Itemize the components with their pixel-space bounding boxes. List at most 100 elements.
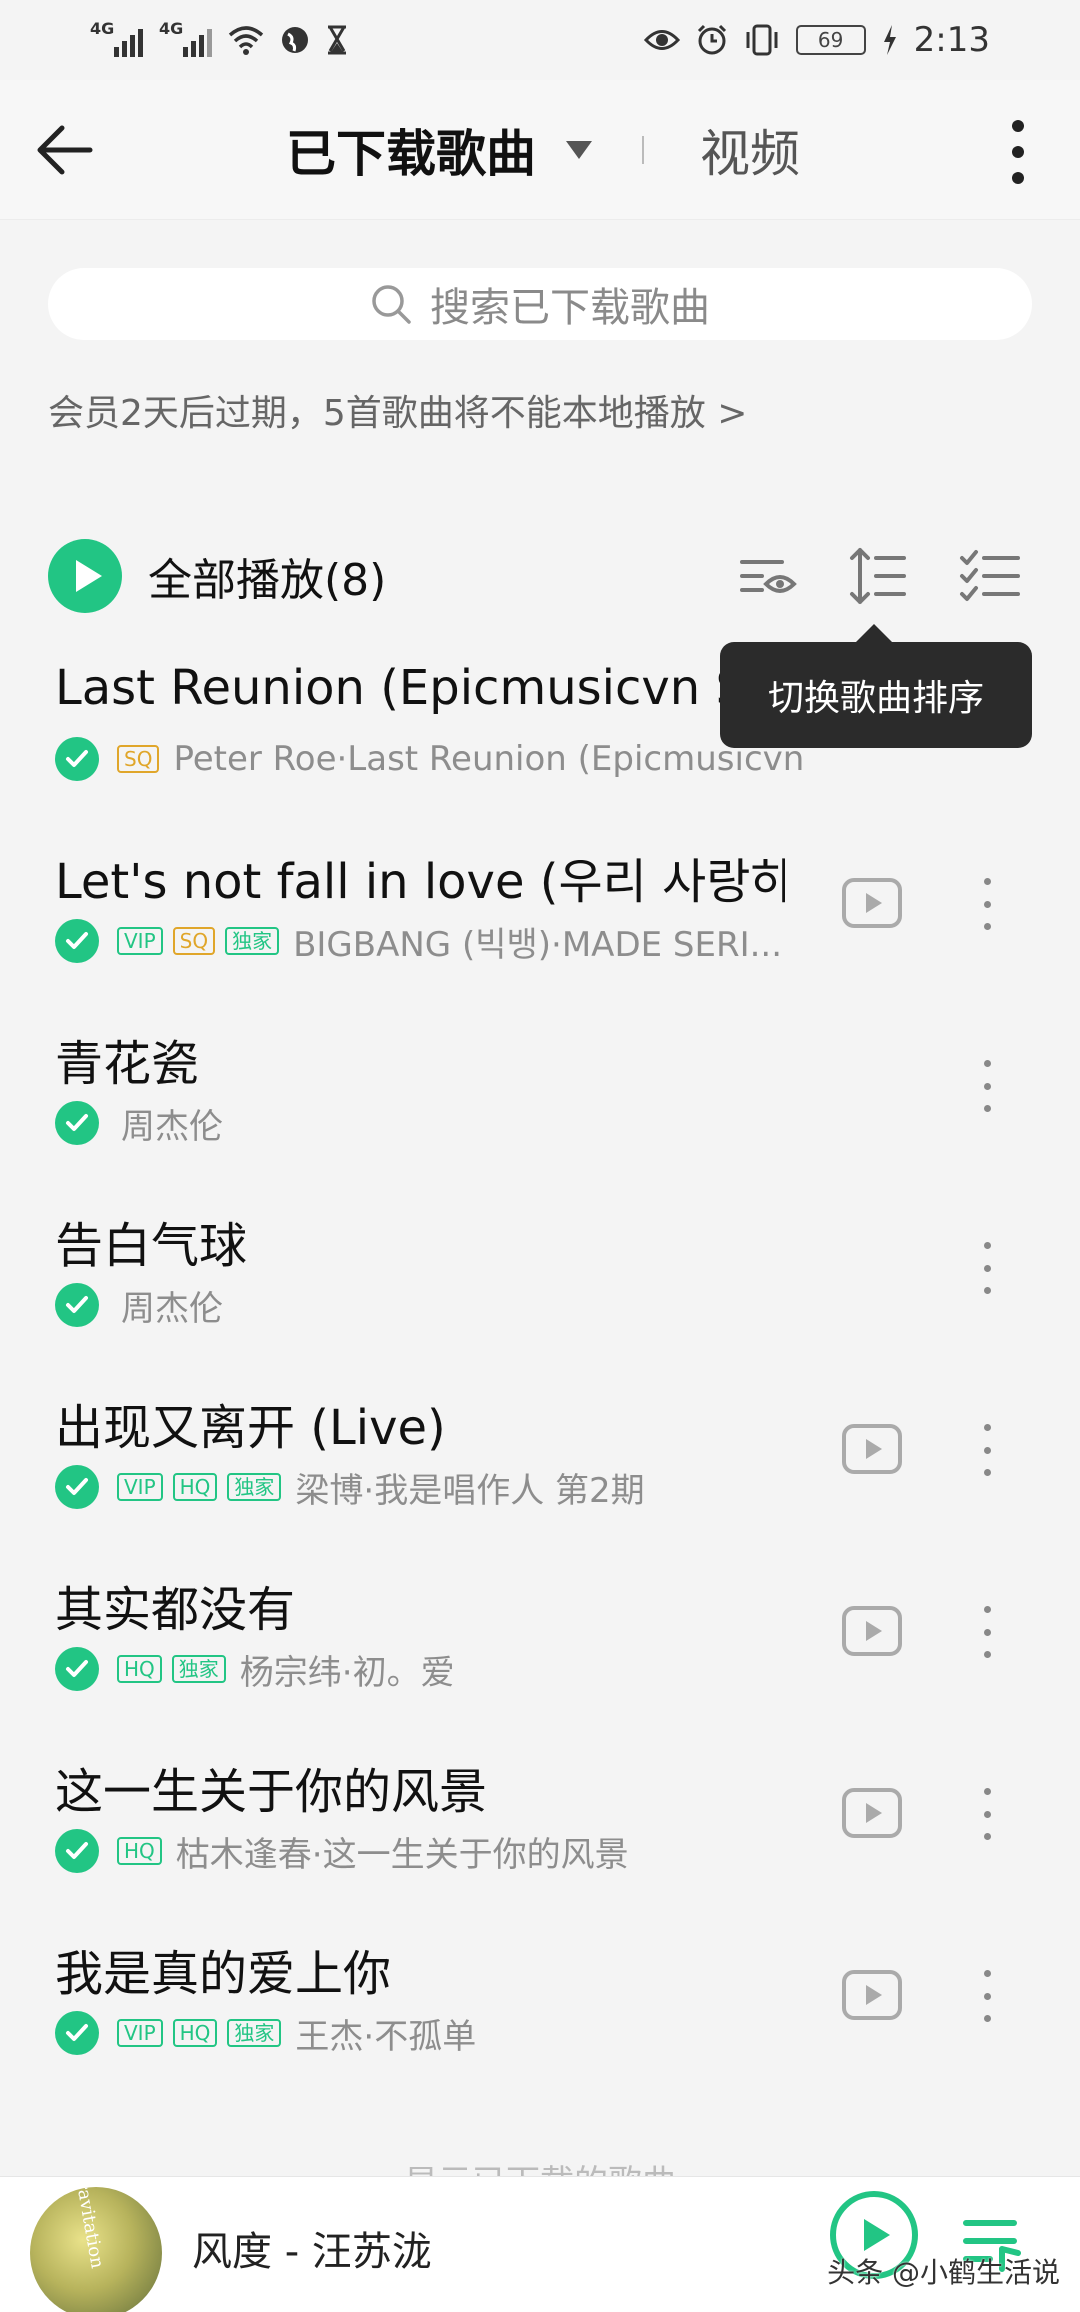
- song-title: 我是真的爱上你: [55, 1946, 392, 2002]
- song-artist: 枯木逢春·这一生关于你的风景: [175, 1834, 629, 1875]
- hourglass-icon: [328, 25, 346, 55]
- song-artist: 周杰伦: [121, 1288, 223, 1329]
- quality-badge: SQ: [117, 745, 160, 773]
- membership-expiry-notice[interactable]: 会员2天后过期，5首歌曲将不能本地播放 >: [48, 384, 747, 436]
- downloaded-check-icon: [55, 1647, 99, 1691]
- quality-badge: 独家: [225, 927, 280, 955]
- page-title[interactable]: 已下载歌曲: [286, 114, 536, 186]
- song-more-icon[interactable]: [980, 1606, 994, 1658]
- downloaded-check-icon: [55, 1283, 99, 1327]
- back-arrow-icon[interactable]: [32, 118, 96, 182]
- song-title: 这一生关于你的风景: [55, 1764, 488, 1820]
- song-more-icon[interactable]: [980, 1788, 994, 1840]
- quality-badge: VIP: [117, 1473, 163, 1501]
- song-row[interactable]: 告白气球周杰伦: [0, 1206, 1080, 1388]
- clock: 2:13: [913, 20, 990, 60]
- globe-icon: [282, 27, 308, 53]
- song-meta: HQ 独家 杨宗纬·初。爱: [55, 1646, 455, 1693]
- filter-view-icon[interactable]: [736, 544, 800, 608]
- play-all-button[interactable]: 全部播放(8): [48, 538, 386, 614]
- song-title: 告白气球: [55, 1218, 248, 1274]
- quality-badge: SQ: [172, 927, 216, 955]
- dropdown-caret-icon[interactable]: [566, 141, 592, 159]
- search-input[interactable]: 搜索已下载歌曲: [48, 268, 1032, 340]
- song-artist: Peter Roe·Last Reunion (Epicmusicvn Seri…: [173, 739, 813, 779]
- song-meta: 周杰伦: [55, 1282, 223, 1329]
- song-meta: VIP SQ 独家 BIGBANG (빅뱅)·MADE SERI...: [55, 918, 783, 965]
- song-more-icon[interactable]: [980, 1970, 994, 2022]
- song-artist: 周杰伦: [121, 1106, 223, 1147]
- song-title: 出现又离开 (Live): [55, 1400, 446, 1456]
- mv-play-icon[interactable]: [842, 878, 902, 928]
- song-meta: HQ 枯木逢春·这一生关于你的风景: [55, 1828, 629, 1875]
- divider: [642, 136, 644, 164]
- song-meta: SQ Peter Roe·Last Reunion (Epicmusicvn Se…: [55, 736, 813, 782]
- quality-badge: VIP: [117, 2019, 163, 2047]
- status-left: 4G 4G: [90, 19, 348, 57]
- song-meta: 周杰伦: [55, 1100, 223, 1147]
- mv-play-icon[interactable]: [842, 1424, 902, 1474]
- downloaded-check-icon: [55, 737, 99, 781]
- quality-badge: HQ: [172, 2019, 218, 2047]
- album-cover[interactable]: Gravitation: [30, 2187, 162, 2312]
- song-title: Last Reunion (Epicmusicvn Series): [55, 660, 785, 716]
- search-placeholder: 搜索已下载歌曲: [430, 285, 710, 331]
- song-meta: VIP HQ 独家 王杰·不孤单: [55, 2010, 477, 2057]
- battery-icon: 69: [795, 25, 866, 55]
- song-row[interactable]: 青花瓷周杰伦: [0, 1024, 1080, 1206]
- status-bar: 4G 4G 69 2:13: [0, 0, 1080, 80]
- mv-play-icon[interactable]: [842, 1606, 902, 1656]
- song-more-icon[interactable]: [980, 1424, 994, 1476]
- quality-badge: 独家: [227, 2019, 282, 2047]
- sort-tooltip: 切换歌曲排序: [720, 624, 1032, 748]
- song-artist: BIGBANG (빅뱅)·MADE SERI...: [293, 924, 783, 965]
- quality-badge: HQ: [117, 1655, 162, 1683]
- downloaded-check-icon: [55, 919, 99, 963]
- song-title: 青花瓷: [55, 1036, 200, 1092]
- more-options-icon[interactable]: [1008, 120, 1028, 184]
- downloaded-check-icon: [55, 1101, 99, 1145]
- song-artist: 梁博·我是唱作人 第2期: [295, 1470, 645, 1511]
- mv-play-icon[interactable]: [842, 1970, 902, 2020]
- song-artist: 杨宗纬·初。爱: [239, 1652, 455, 1693]
- charging-icon: [883, 25, 896, 55]
- song-row[interactable]: Let's not fall in love (우리 사랑하... VIP SQ 独家…: [0, 842, 1080, 1024]
- status-right: 69 2:13: [643, 20, 990, 60]
- footer-hint: 显示已下载的歌曲: [0, 2155, 1080, 2177]
- quality-badge: VIP: [117, 927, 163, 955]
- mv-play-icon[interactable]: [842, 1788, 902, 1838]
- network-type-label: 4G: [159, 19, 184, 38]
- search-icon: [372, 285, 411, 324]
- song-title: 其实都没有: [55, 1582, 296, 1638]
- song-row[interactable]: 这一生关于你的风景 HQ 枯木逢春·这一生关于你的风景: [0, 1752, 1080, 1934]
- network-type-label: 4G: [90, 19, 115, 38]
- app-header: 已下载歌曲 视频: [0, 80, 1080, 220]
- song-row[interactable]: 其实都没有 HQ 独家 杨宗纬·初。爱: [0, 1570, 1080, 1752]
- quality-badge: HQ: [117, 1837, 162, 1865]
- now-playing-title[interactable]: 风度 - 汪苏泷: [192, 2219, 432, 2277]
- eye-icon: [643, 30, 680, 50]
- watermark: 头条 @小鹤生活说: [827, 2256, 1060, 2289]
- play-icon: [48, 539, 122, 613]
- sort-order-icon[interactable]: [846, 544, 910, 608]
- title-group: 已下载歌曲 视频: [286, 80, 800, 220]
- downloaded-check-icon: [55, 1829, 99, 1873]
- signal-icon: 4G: [90, 19, 143, 57]
- mini-player[interactable]: Gravitation 风度 - 汪苏泷 头条 @小鹤生活说: [0, 2176, 1080, 2312]
- song-row[interactable]: 我是真的爱上你 VIP HQ 独家 王杰·不孤单: [0, 1934, 1080, 2116]
- song-title: Let's not fall in love (우리 사랑하...: [55, 854, 785, 910]
- multi-select-icon[interactable]: [958, 544, 1022, 608]
- play-all-label: 全部播放(8): [148, 555, 387, 606]
- vibrate-icon: [746, 24, 778, 56]
- downloaded-check-icon: [55, 1465, 99, 1509]
- album-cover-text: Gravitation: [69, 2187, 108, 2271]
- song-more-icon[interactable]: [980, 1242, 994, 1294]
- song-row[interactable]: 出现又离开 (Live) VIP HQ 独家 梁博·我是唱作人 第2期: [0, 1388, 1080, 1570]
- tab-video[interactable]: 视频: [700, 114, 800, 186]
- song-artist: 王杰·不孤单: [295, 2016, 477, 2057]
- signal-icon: 4G: [159, 19, 212, 57]
- song-more-icon[interactable]: [980, 878, 994, 930]
- quality-badge: 独家: [171, 1655, 226, 1683]
- alarm-icon: [697, 24, 726, 55]
- song-more-icon[interactable]: [980, 1060, 994, 1112]
